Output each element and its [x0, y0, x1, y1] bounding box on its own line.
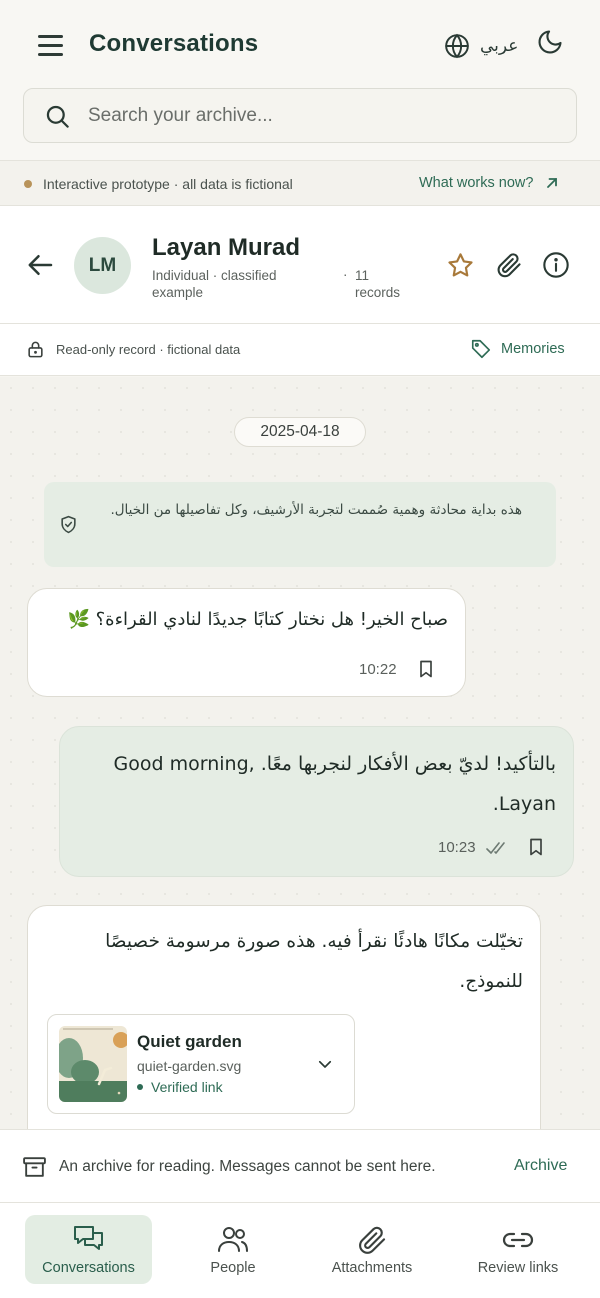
what-works-link[interactable]: What works now? — [419, 175, 559, 191]
verified-dot-icon — [137, 1084, 143, 1090]
favorite-button[interactable] — [446, 251, 476, 281]
arrow-left-icon — [28, 255, 53, 275]
archive-box-icon — [23, 1157, 46, 1177]
nav-label: Conversations — [42, 1259, 135, 1276]
nav-people[interactable]: People — [180, 1215, 286, 1284]
message-text: تخيّلت مكانًا هادئًا نقرأ فيه. هذه صورة … — [105, 931, 523, 992]
tag-icon — [471, 339, 491, 359]
prototype-text: Interactive prototype · all data is fict… — [43, 176, 293, 192]
info-button[interactable] — [542, 251, 572, 281]
readonly-notice: Read-only record · fictional data — [26, 340, 240, 359]
lock-icon — [28, 341, 43, 358]
archive-link[interactable]: Archive — [514, 1157, 567, 1175]
incoming-message: تخيّلت مكانًا هادئًا نقرأ فيه. هذه صورة … — [27, 905, 541, 1129]
attachment-card[interactable]: Quiet garden quiet-garden.svg Verified l… — [47, 1014, 355, 1114]
bookmark-button[interactable] — [416, 659, 436, 684]
archive-text: An archive for reading. Messages cannot … — [59, 1158, 436, 1175]
message-time: 10:23 — [438, 839, 476, 856]
menu-button[interactable] — [36, 30, 66, 60]
nav-conversations[interactable]: Conversations — [25, 1215, 152, 1284]
avatar: LM — [74, 237, 131, 294]
nav-label: Attachments — [331, 1259, 413, 1276]
read-receipt-icon — [486, 842, 505, 854]
search-box — [23, 88, 577, 143]
verified-status: Verified link — [137, 1079, 223, 1095]
bookmark-icon — [420, 660, 432, 678]
message-text: بالتأكيد! لديّ بعض الأفكار لنجربها معًا.… — [113, 753, 556, 815]
contact-type: Individual · classified example — [152, 268, 277, 300]
chevron-down-icon — [318, 1060, 332, 1068]
record-status-bar: Read-only record · fictional data Memori… — [0, 324, 600, 376]
memories-button[interactable]: Memories — [470, 338, 565, 360]
language-label: عربي — [480, 36, 519, 56]
star-icon — [448, 253, 473, 277]
theme-toggle-button[interactable] — [536, 28, 566, 58]
contact-separator: · — [343, 267, 348, 282]
chat-icon — [73, 1225, 103, 1250]
back-button[interactable] — [26, 250, 56, 285]
message-time: 10:22 — [359, 661, 397, 678]
nav-label: Review links — [477, 1259, 559, 1276]
shield-check-icon — [61, 515, 76, 534]
bookmark-button[interactable] — [526, 837, 546, 862]
bookmark-icon — [530, 838, 542, 856]
chat-area[interactable]: 2025-04-18 هذه بداية محادثة وهمية صُممت … — [0, 377, 600, 1129]
verified-label: Verified link — [151, 1079, 223, 1095]
fiction-notice: هذه بداية محادثة وهمية صُممت لتجربة الأر… — [44, 482, 556, 567]
attachment-thumbnail — [59, 1026, 127, 1102]
expand-attachment-button[interactable] — [316, 1055, 334, 1078]
what-works-label: What works now? — [419, 175, 534, 191]
paperclip-icon — [359, 1226, 386, 1254]
contact-name: Layan Murad — [152, 234, 301, 261]
memories-label: Memories — [501, 341, 565, 357]
language-toggle-button[interactable]: عربي — [444, 32, 518, 60]
incoming-message: صباح الخير! هل نختار كتابًا جديدًا لنادي… — [27, 588, 466, 697]
link-icon — [502, 1232, 534, 1247]
bottom-navigation: Conversations People Attachments Review … — [0, 1203, 600, 1298]
attachment-title: Quiet garden — [137, 1032, 242, 1051]
message-text: صباح الخير! هل نختار كتابًا جديدًا لنادي… — [67, 609, 448, 630]
top-bar: Conversations عربي — [0, 0, 600, 160]
arrow-up-right-icon — [547, 178, 558, 188]
notice-text: هذه بداية محادثة وهمية صُممت لتجربة الأر… — [110, 502, 522, 518]
contact-header: LM Layan Murad Individual · classified e… — [0, 206, 600, 324]
nav-attachments[interactable]: Attachments — [314, 1215, 430, 1284]
search-icon — [46, 105, 69, 128]
attachments-button[interactable] — [495, 251, 525, 281]
outgoing-message: بالتأكيد! لديّ بعض الأفكار لنجربها معًا.… — [59, 726, 574, 877]
paperclip-icon — [497, 253, 521, 278]
page-title: Conversations — [89, 30, 259, 57]
nav-review-links[interactable]: Review links — [462, 1215, 574, 1284]
readonly-text: Read-only record · fictional data — [56, 342, 241, 357]
nav-label: People — [210, 1259, 256, 1276]
info-icon — [543, 252, 569, 278]
globe-icon — [445, 33, 469, 59]
date-separator: 2025-04-18 — [234, 417, 366, 447]
status-dot — [24, 180, 32, 188]
moon-icon — [538, 30, 562, 54]
record-count: 11 records — [355, 268, 401, 300]
archive-info-bar: An archive for reading. Messages cannot … — [0, 1129, 600, 1203]
people-icon — [218, 1226, 248, 1252]
attachment-filename: quiet-garden.svg — [137, 1058, 242, 1074]
search-input[interactable] — [88, 99, 558, 133]
prototype-banner: Interactive prototype · all data is fict… — [0, 160, 600, 206]
